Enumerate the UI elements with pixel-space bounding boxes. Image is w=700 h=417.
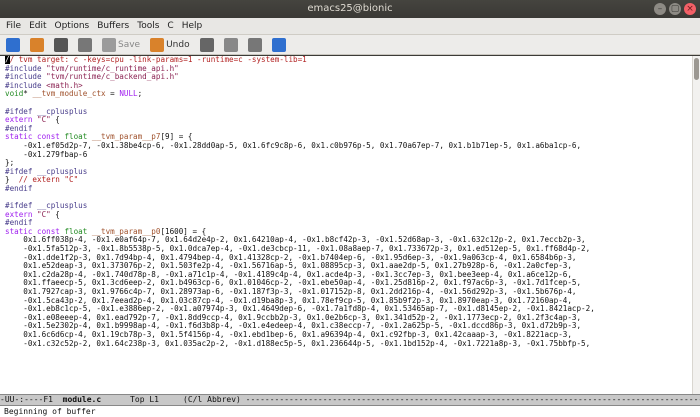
save-icon: [102, 37, 116, 52]
modeline-prefix: -UU-:----F1: [0, 395, 63, 404]
code-token: "C": [37, 115, 51, 125]
code-line: #ifdef __cplusplus: [0, 107, 692, 117]
undo-icon: [150, 37, 165, 52]
new-file-button[interactable]: [6, 37, 20, 53]
paste-icon: [247, 37, 262, 52]
menu-options[interactable]: Options: [55, 21, 90, 31]
code-token: "C": [37, 209, 51, 219]
copy-button[interactable]: [223, 37, 238, 53]
mode-line: -UU-:----F1 module.c Top L1 (C/l Abbrev)…: [0, 394, 700, 406]
paste-button[interactable]: [247, 37, 262, 53]
modeline-fill: ----------------------------------------…: [240, 395, 700, 404]
save-button[interactable]: Save: [102, 37, 140, 53]
maximize-button[interactable]: ▢: [669, 3, 681, 15]
menu-buffers[interactable]: Buffers: [97, 21, 129, 31]
cut-icon: [199, 37, 214, 52]
menu-help[interactable]: Help: [182, 21, 203, 31]
copy-icon: [223, 37, 238, 52]
menu-file[interactable]: File: [6, 21, 21, 31]
search-button[interactable]: [271, 37, 286, 53]
code-token: #endif: [5, 183, 33, 193]
menu-tools[interactable]: Tools: [137, 21, 159, 31]
close-window-button[interactable]: ×: [684, 3, 696, 15]
open-folder-button[interactable]: [30, 37, 44, 53]
menu-bar: File Edit Options Buffers Tools C Help: [0, 18, 700, 35]
code-token: =: [105, 89, 120, 99]
modeline-position: Top L1: [101, 395, 184, 404]
undo-button[interactable]: Undo: [150, 37, 190, 53]
new-file-icon: [6, 37, 20, 52]
code-line: extern "C" {: [0, 209, 692, 220]
menu-edit[interactable]: Edit: [29, 21, 46, 31]
code-token: NULL: [119, 89, 138, 99]
modeline-major-mode[interactable]: (C/l Abbrev): [183, 395, 241, 404]
modeline-buffer-name[interactable]: module.c: [63, 395, 102, 404]
editor-buffer[interactable]: // tvm target: c -keys=cpu -link-params=…: [0, 56, 692, 394]
toolbar-label: Undo: [166, 39, 190, 50]
code-line: } // extern "C": [0, 176, 692, 185]
code-token: {: [50, 209, 60, 219]
code-line: -0x1.ef05d2p-7, -0x1.38be4cp-6, -0x1.28d…: [0, 140, 692, 151]
minibuffer[interactable]: Beginning of buffer: [0, 406, 700, 417]
code-token: -0x1.ef05d2p-7, -0x1.38be4cp-6, -0x1.28d…: [5, 140, 582, 150]
code-token: ;: [137, 89, 143, 99]
search-icon: [271, 37, 286, 52]
vertical-scrollbar[interactable]: [692, 56, 700, 394]
code-line: -0x1.279fbap-6: [0, 149, 692, 160]
code-token: __tvm_module_ctx: [32, 89, 106, 99]
code-token: -0x1.c32c52p-2, 0x1.64c238p-3, 0x1.035ac…: [5, 338, 591, 348]
menu-c[interactable]: C: [167, 21, 173, 31]
code-line: #endif: [0, 183, 692, 194]
toolbar-label: Save: [118, 39, 141, 50]
code-token: {: [50, 115, 60, 125]
open-folder-icon: [30, 37, 44, 52]
tool-bar: Save Undo: [0, 35, 700, 55]
code-line: extern "C" {: [0, 115, 692, 125]
window-titlebar: emacs25@bionic – ▢ ×: [0, 0, 700, 18]
close-x-button[interactable]: [78, 37, 92, 53]
close-x-icon: [78, 37, 92, 52]
minimize-button[interactable]: –: [654, 3, 666, 15]
code-line: };: [0, 158, 692, 168]
code-token: -0x1.279fbap-6: [5, 149, 88, 159]
code-line: void* __tvm_module_ctx = NULL;: [0, 90, 692, 99]
window-title: emacs25@bionic: [307, 3, 393, 14]
code-token: void: [5, 89, 24, 99]
save-disk-button[interactable]: [54, 37, 68, 53]
cut-button[interactable]: [199, 37, 214, 53]
code-line: #ifdef __cplusplus: [0, 201, 692, 211]
code-line: #ifdef __cplusplus: [0, 167, 692, 177]
save-disk-icon: [54, 37, 68, 52]
scrollbar-thumb[interactable]: [694, 58, 699, 80]
code-line: #include "tvm/runtime/c_backend_api.h": [0, 72, 692, 82]
code-line: -0x1.c32c52p-2, 0x1.64c238p-3, 0x1.035ac…: [0, 338, 692, 349]
